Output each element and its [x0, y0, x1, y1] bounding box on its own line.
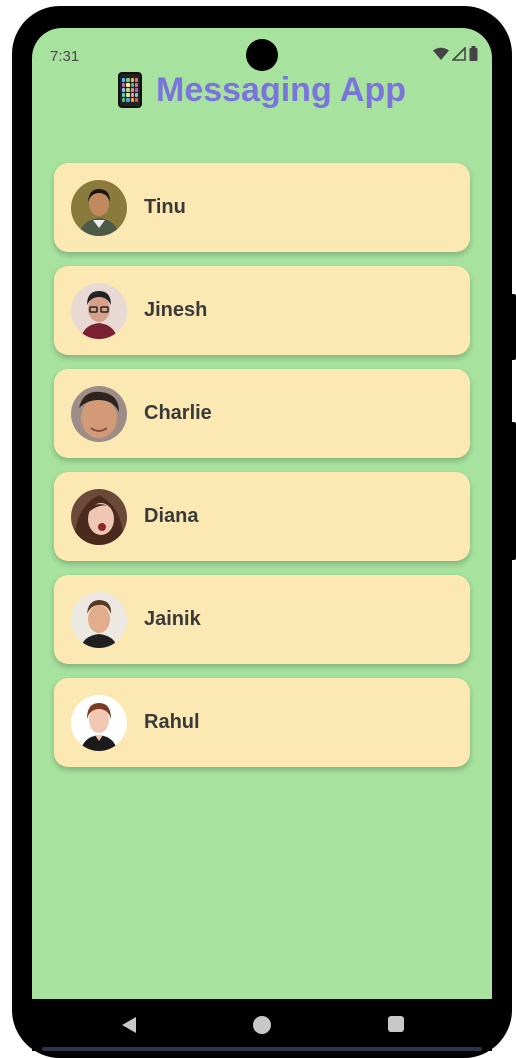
signal-icon — [452, 46, 466, 61]
mobile-phone-icon — [118, 72, 142, 108]
contact-name: Rahul — [144, 711, 200, 733]
contact-list: Tinu Jinesh Charlie Diana Jainik Rahul — [54, 163, 470, 781]
contact-item[interactable]: Diana — [54, 472, 470, 561]
volume-button — [510, 422, 516, 560]
status-bar: 7:31 — [32, 28, 492, 71]
contact-item[interactable]: Tinu — [54, 163, 470, 252]
avatar — [71, 385, 127, 442]
contact-name: Charlie — [144, 402, 212, 424]
gesture-bar — [42, 1047, 482, 1051]
contact-name: Tinu — [144, 196, 186, 218]
home-circle-icon[interactable] — [252, 1015, 272, 1035]
contact-item[interactable]: Jainik — [54, 575, 470, 664]
avatar — [71, 694, 127, 751]
contact-name: Jinesh — [144, 299, 208, 321]
contact-name: Jainik — [144, 608, 201, 630]
app-screen: 7:31 Messaging App Tinu Jinesh Charlie D… — [32, 28, 492, 999]
contact-item[interactable]: Jinesh — [54, 266, 470, 355]
back-triangle-icon[interactable] — [120, 1015, 138, 1035]
battery-icon — [469, 46, 478, 61]
app-header: Messaging App — [32, 66, 492, 114]
app-title: Messaging App — [156, 70, 406, 109]
navigation-bar — [32, 999, 492, 1051]
contact-item[interactable]: Charlie — [54, 369, 470, 458]
avatar — [71, 282, 127, 339]
avatar — [71, 488, 127, 545]
status-icons — [433, 46, 478, 61]
contact-item[interactable]: Rahul — [54, 678, 470, 767]
contact-name: Diana — [144, 505, 199, 527]
avatar — [71, 591, 127, 648]
power-button — [510, 294, 516, 360]
wifi-icon — [433, 47, 449, 60]
avatar — [71, 179, 127, 236]
status-time: 7:31 — [50, 48, 80, 65]
recents-square-icon[interactable] — [387, 1015, 405, 1033]
